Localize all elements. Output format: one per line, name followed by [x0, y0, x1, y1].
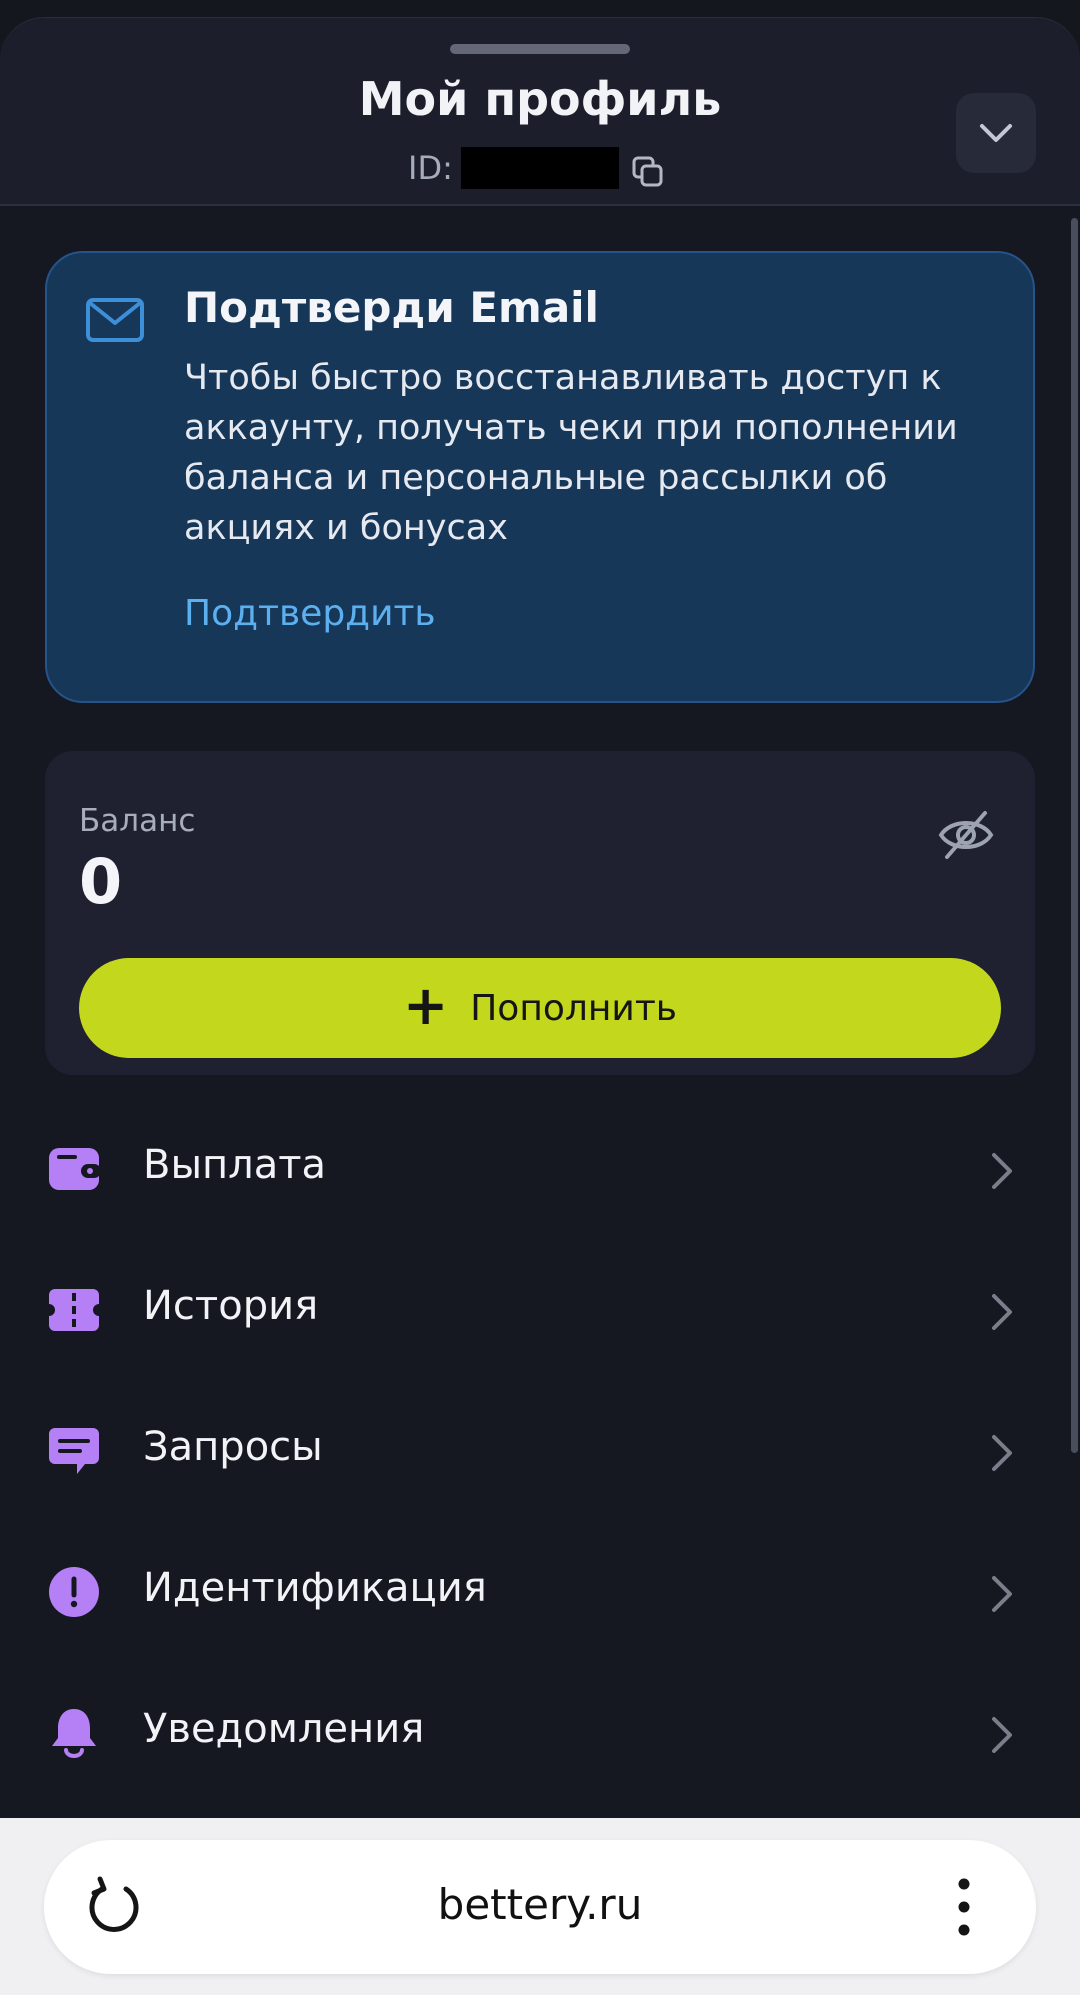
wallet-icon — [49, 1148, 101, 1190]
chat-icon — [49, 1428, 99, 1474]
scrollbar[interactable] — [1071, 218, 1078, 1453]
menu-item-notifications[interactable]: Уведомления — [45, 1673, 1035, 1793]
bell-icon — [52, 1709, 96, 1758]
email-verify-card: Подтверди Email Чтобы быстро восстанавли… — [45, 251, 1035, 703]
topup-button[interactable]: + Пополнить — [79, 958, 1001, 1058]
email-card-text: Чтобы быстро восстанавливать доступ к ак… — [184, 358, 958, 548]
browser-bar: bettery.ru — [0, 1818, 1080, 1995]
email-card-title: Подтверди Email — [184, 283, 599, 332]
chevron-right-icon — [992, 1576, 1012, 1612]
plus-icon: + — [402, 974, 449, 1037]
menu-item-label: Идентификация — [143, 1565, 487, 1611]
menu-item-label: Уведомления — [143, 1706, 425, 1752]
topup-label: Пополнить — [470, 987, 678, 1029]
menu-item-label: Запросы — [143, 1424, 323, 1470]
user-id-row: ID: — [408, 146, 665, 190]
menu-item-payout[interactable]: Выплата — [45, 1109, 1035, 1229]
user-id-redacted — [460, 147, 619, 189]
mail-icon — [86, 298, 144, 342]
collapse-button[interactable] — [956, 93, 1036, 173]
chevron-right-icon — [992, 1153, 1012, 1189]
ticket-icon — [49, 1289, 99, 1331]
user-id-label: ID: — [408, 149, 453, 187]
menu-item-label: Выплата — [143, 1142, 327, 1188]
url-text[interactable]: bettery.ru — [44, 1880, 1036, 1929]
more-vertical-icon[interactable] — [954, 1872, 974, 1942]
balance-label: Баланс — [79, 803, 196, 839]
page-title: Мой профиль — [358, 72, 722, 126]
chevron-right-icon — [992, 1717, 1012, 1753]
confirm-email-link[interactable]: Подтвердить — [184, 593, 436, 634]
menu-item-requests[interactable]: Запросы — [45, 1391, 1035, 1511]
chevron-down-icon — [980, 124, 1012, 142]
drag-handle[interactable] — [450, 44, 630, 54]
address-bar[interactable]: bettery.ru — [44, 1840, 1036, 1974]
chevron-right-icon — [992, 1294, 1012, 1330]
profile-header: Мой профиль ID: — [0, 18, 1080, 206]
chevron-right-icon — [992, 1435, 1012, 1471]
profile-sheet: Мой профиль ID: Подтверди Email Чтобы бы… — [0, 18, 1080, 1818]
copy-icon[interactable] — [631, 155, 665, 189]
menu-item-identification[interactable]: Идентификация — [45, 1532, 1035, 1652]
balance-value: 0 — [79, 845, 123, 918]
balance-card: Баланс 0 + Пополнить — [45, 751, 1035, 1075]
eye-off-icon[interactable] — [937, 809, 995, 861]
menu-item-label: История — [143, 1283, 319, 1329]
alert-icon — [49, 1567, 99, 1617]
menu-item-history[interactable]: История — [45, 1250, 1035, 1370]
